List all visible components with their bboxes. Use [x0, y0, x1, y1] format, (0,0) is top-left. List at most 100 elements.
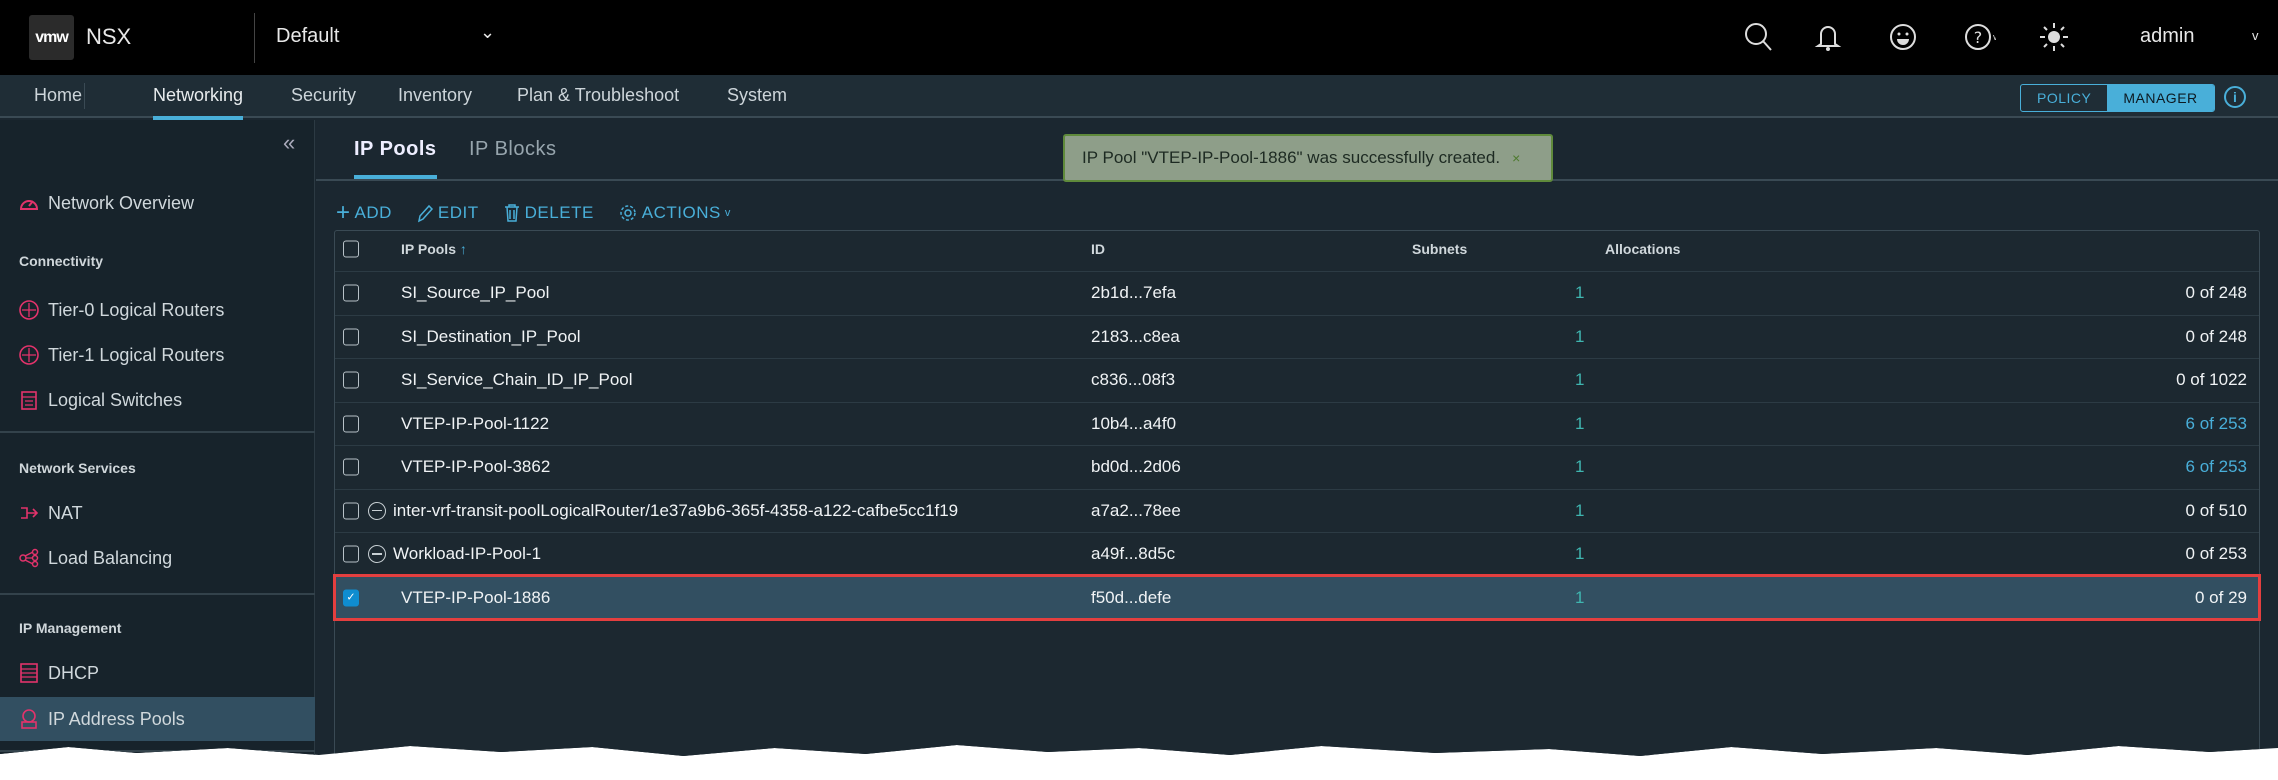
bell-icon[interactable] [1811, 20, 1845, 54]
subnets-count[interactable]: 1 [1575, 588, 1584, 608]
divider [84, 83, 85, 109]
chevron-down-icon[interactable]: ⌄ [480, 22, 495, 43]
sidebar-item-label: DHCP [48, 662, 100, 683]
manager-mode-button[interactable]: MANAGER [2107, 85, 2214, 111]
sun-icon[interactable] [2037, 20, 2071, 54]
sidebar-item-network-overview[interactable]: Network Overview [0, 181, 315, 225]
table-row[interactable]: VTEP-IP-Pool-1122 10b4...a4f0 1 6 of 253 [335, 401, 2259, 446]
load-balancer-icon [19, 548, 39, 568]
table-row[interactable]: ✓ VTEP-IP-Pool-1886 f50d...defe 1 0 of 29 [333, 573, 2261, 621]
smiley-icon[interactable] [1886, 20, 1920, 54]
delete-button[interactable]: DELETE [503, 203, 594, 223]
subnets-count[interactable]: 1 [1575, 501, 1584, 521]
tab-ip-pools[interactable]: IP Pools [354, 138, 437, 179]
nav-system[interactable]: System [727, 85, 787, 116]
sidebar-item-logical-switches[interactable]: Logical Switches [0, 378, 315, 422]
chevron-down-icon[interactable]: v [2252, 28, 2259, 43]
column-header-id[interactable]: ID [1091, 241, 1105, 257]
table-row[interactable]: SI_Source_IP_Pool 2b1d...7efa 1 0 of 248 [335, 271, 2259, 315]
add-label: ADD [354, 203, 392, 222]
table-row[interactable]: inter-vrf-transit-poolLogicalRouter/1e37… [335, 488, 2259, 533]
nav-networking[interactable]: Networking [153, 85, 244, 120]
router-icon [19, 345, 39, 365]
nav-inventory[interactable]: Inventory [398, 85, 472, 116]
svg-text:v: v [1993, 32, 1996, 42]
sidebar-item-label: IP Address Pools [48, 708, 185, 729]
column-header-allocations[interactable]: Allocations [1605, 241, 1680, 257]
close-icon[interactable]: × [1512, 150, 1520, 166]
pool-id: 2183...c8ea [1091, 326, 1180, 346]
pool-id: f50d...defe [1091, 587, 1172, 607]
pool-id: 2b1d...7efa [1091, 283, 1177, 303]
allocations: 0 of 29 [2195, 587, 2247, 607]
pencil-icon [417, 204, 433, 223]
toast-message: IP Pool "VTEP-IP-Pool-1886" was successf… [1082, 148, 1501, 167]
sort-ascending-icon: ↑ [459, 241, 467, 257]
allocations: 0 of 253 [2185, 544, 2247, 564]
success-toast: IP Pool "VTEP-IP-Pool-1886" was successf… [1063, 134, 1553, 182]
chevron-down-icon: v [724, 207, 731, 219]
sidebar-item-label: Logical Switches [48, 389, 183, 410]
row-checkbox[interactable] [343, 502, 359, 520]
plus-icon: + [336, 199, 351, 226]
edit-button[interactable]: EDIT [416, 203, 479, 223]
row-checkbox[interactable]: ✓ [343, 589, 359, 607]
sidebar-item-load-balancing[interactable]: Load Balancing [0, 536, 315, 580]
allocations[interactable]: 6 of 253 [2186, 457, 2247, 477]
subnets-count[interactable]: 1 [1575, 283, 1584, 303]
subnets-count[interactable]: 1 [1575, 370, 1584, 390]
divider [254, 13, 255, 63]
gauge-icon [19, 200, 39, 210]
column-header-subnets[interactable]: Subnets [1412, 241, 1467, 257]
context-select[interactable]: Default [276, 25, 339, 48]
table-row[interactable]: SI_Service_Chain_ID_IP_Pool c836...08f3 1 0… [335, 358, 2259, 402]
section-connectivity: Connectivity [19, 253, 104, 269]
subnets-count[interactable]: 1 [1575, 457, 1584, 477]
table-row[interactable]: VTEP-IP-Pool-3862 bd0d...2d06 1 6 of 253 [335, 445, 2259, 489]
divider [0, 431, 315, 433]
add-button[interactable]: + ADD [336, 199, 392, 226]
column-header-name[interactable]: IP Pools ↑ [401, 241, 467, 257]
table-row[interactable]: Workload-IP-Pool-1 a49f...8d5c 1 0 of 253 [335, 532, 2259, 576]
ip-pool-icon [21, 709, 37, 729]
row-checkbox[interactable] [343, 284, 359, 302]
sidebar-item-ip-address-pools[interactable]: IP Address Pools [0, 697, 315, 741]
tab-ip-blocks[interactable]: IP Blocks [469, 138, 557, 175]
section-network-services: Network Services [19, 460, 136, 476]
pool-name: SI_Source_IP_Pool [401, 283, 550, 303]
sidebar-item-tier0[interactable]: Tier-0 Logical Routers [0, 288, 315, 332]
nav-security[interactable]: Security [291, 85, 356, 116]
actions-menu[interactable]: ACTIONS v [618, 203, 731, 223]
row-checkbox[interactable] [343, 545, 359, 563]
nav-plan-troubleshoot[interactable]: Plan & Troubleshoot [517, 85, 679, 116]
user-menu[interactable]: admin [2140, 25, 2194, 48]
pool-name: VTEP-IP-Pool-1122 [401, 413, 550, 433]
table-header: IP Pools ↑ ID Subnets Allocations [335, 231, 2259, 267]
search-icon[interactable] [1742, 20, 1776, 54]
subnets-count[interactable]: 1 [1575, 327, 1584, 347]
section-ip-management: IP Management [19, 620, 122, 636]
sidebar-item-nat[interactable]: NAT [0, 491, 315, 535]
row-checkbox[interactable] [343, 415, 359, 433]
subnets-count[interactable]: 1 [1575, 414, 1584, 434]
help-icon[interactable]: ? v [1962, 20, 1996, 54]
sidebar-item-tier1[interactable]: Tier-1 Logical Routers [0, 333, 315, 377]
pool-name: VTEP-IP-Pool-1886 [401, 587, 551, 607]
allocations: 0 of 1022 [2176, 370, 2247, 390]
row-checkbox[interactable] [343, 371, 359, 389]
subnets-count[interactable]: 1 [1575, 544, 1584, 564]
select-all-checkbox[interactable] [343, 240, 359, 258]
collapse-sidebar-icon[interactable]: « [283, 130, 295, 156]
row-checkbox[interactable] [343, 458, 359, 476]
info-icon[interactable]: i [2224, 86, 2246, 108]
divider [0, 593, 315, 595]
policy-mode-button[interactable]: POLICY [2021, 85, 2107, 111]
pool-id: a7a2...78ee [1091, 500, 1181, 520]
table-row[interactable]: SI_Destination_IP_Pool 2183...c8ea 1 0 of 2… [335, 314, 2259, 359]
row-checkbox[interactable] [343, 328, 359, 346]
allocations[interactable]: 6 of 253 [2186, 414, 2247, 434]
nav-home[interactable]: Home [34, 85, 82, 116]
sidebar-item-dhcp[interactable]: DHCP [0, 651, 315, 695]
allocations: 0 of 248 [2185, 283, 2247, 303]
pool-name: Workload-IP-Pool-1 [393, 544, 542, 564]
